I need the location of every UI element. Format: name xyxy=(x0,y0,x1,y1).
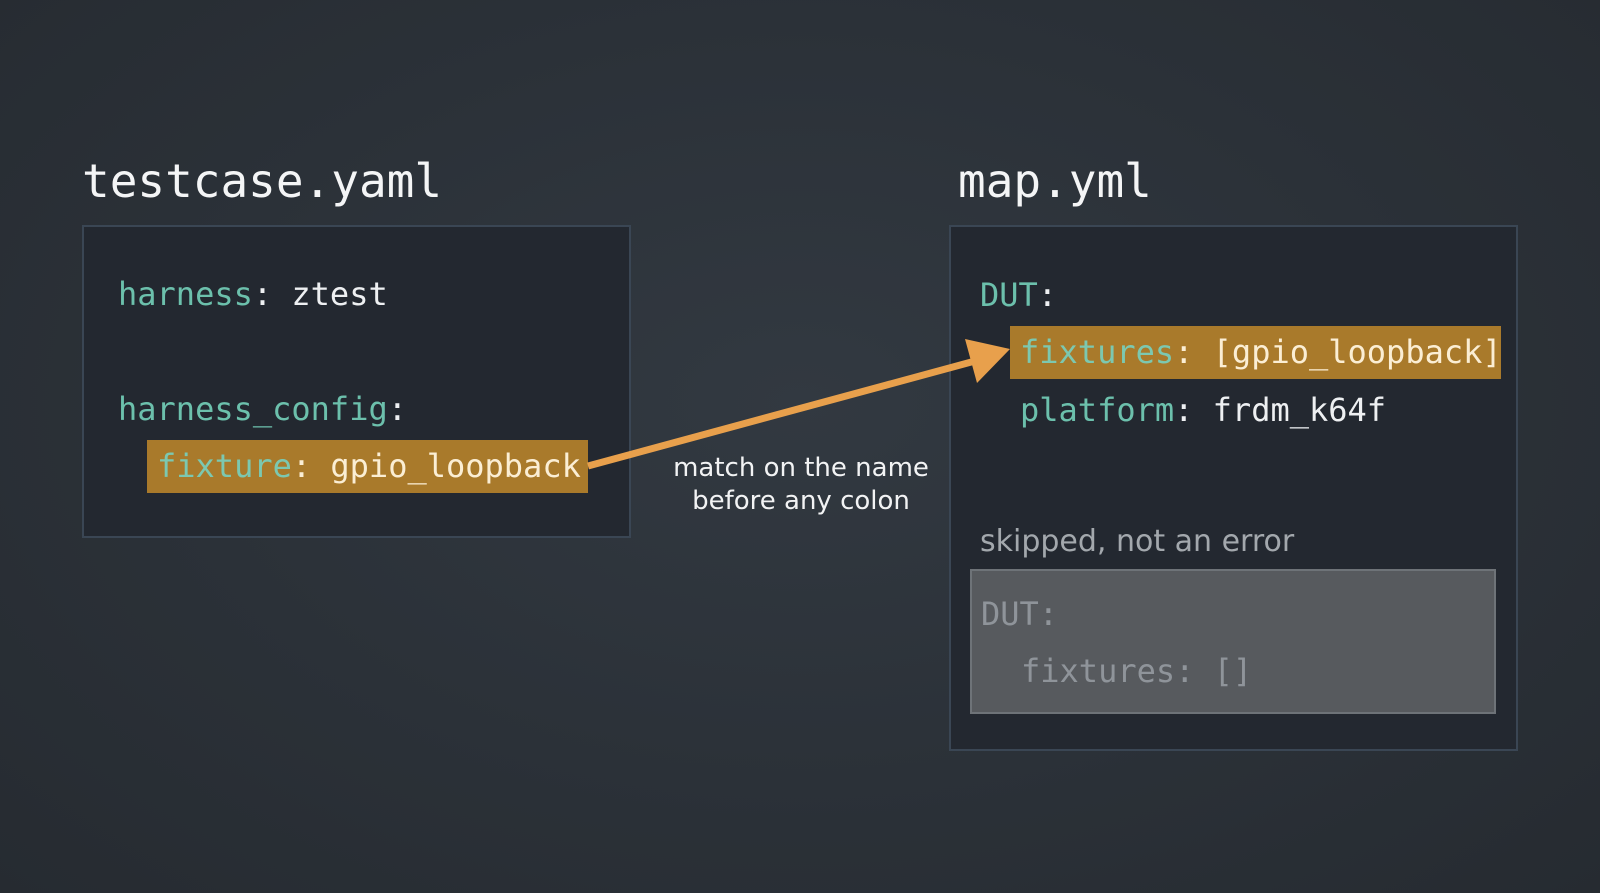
match-annotation: match on the name before any colon xyxy=(655,452,947,517)
annotation-line-2: before any colon xyxy=(692,485,910,516)
arrow-head-icon xyxy=(965,339,1010,383)
arrow-shaft xyxy=(587,357,976,470)
match-arrow xyxy=(587,339,1010,470)
annotation-line-1: match on the name xyxy=(673,453,929,483)
